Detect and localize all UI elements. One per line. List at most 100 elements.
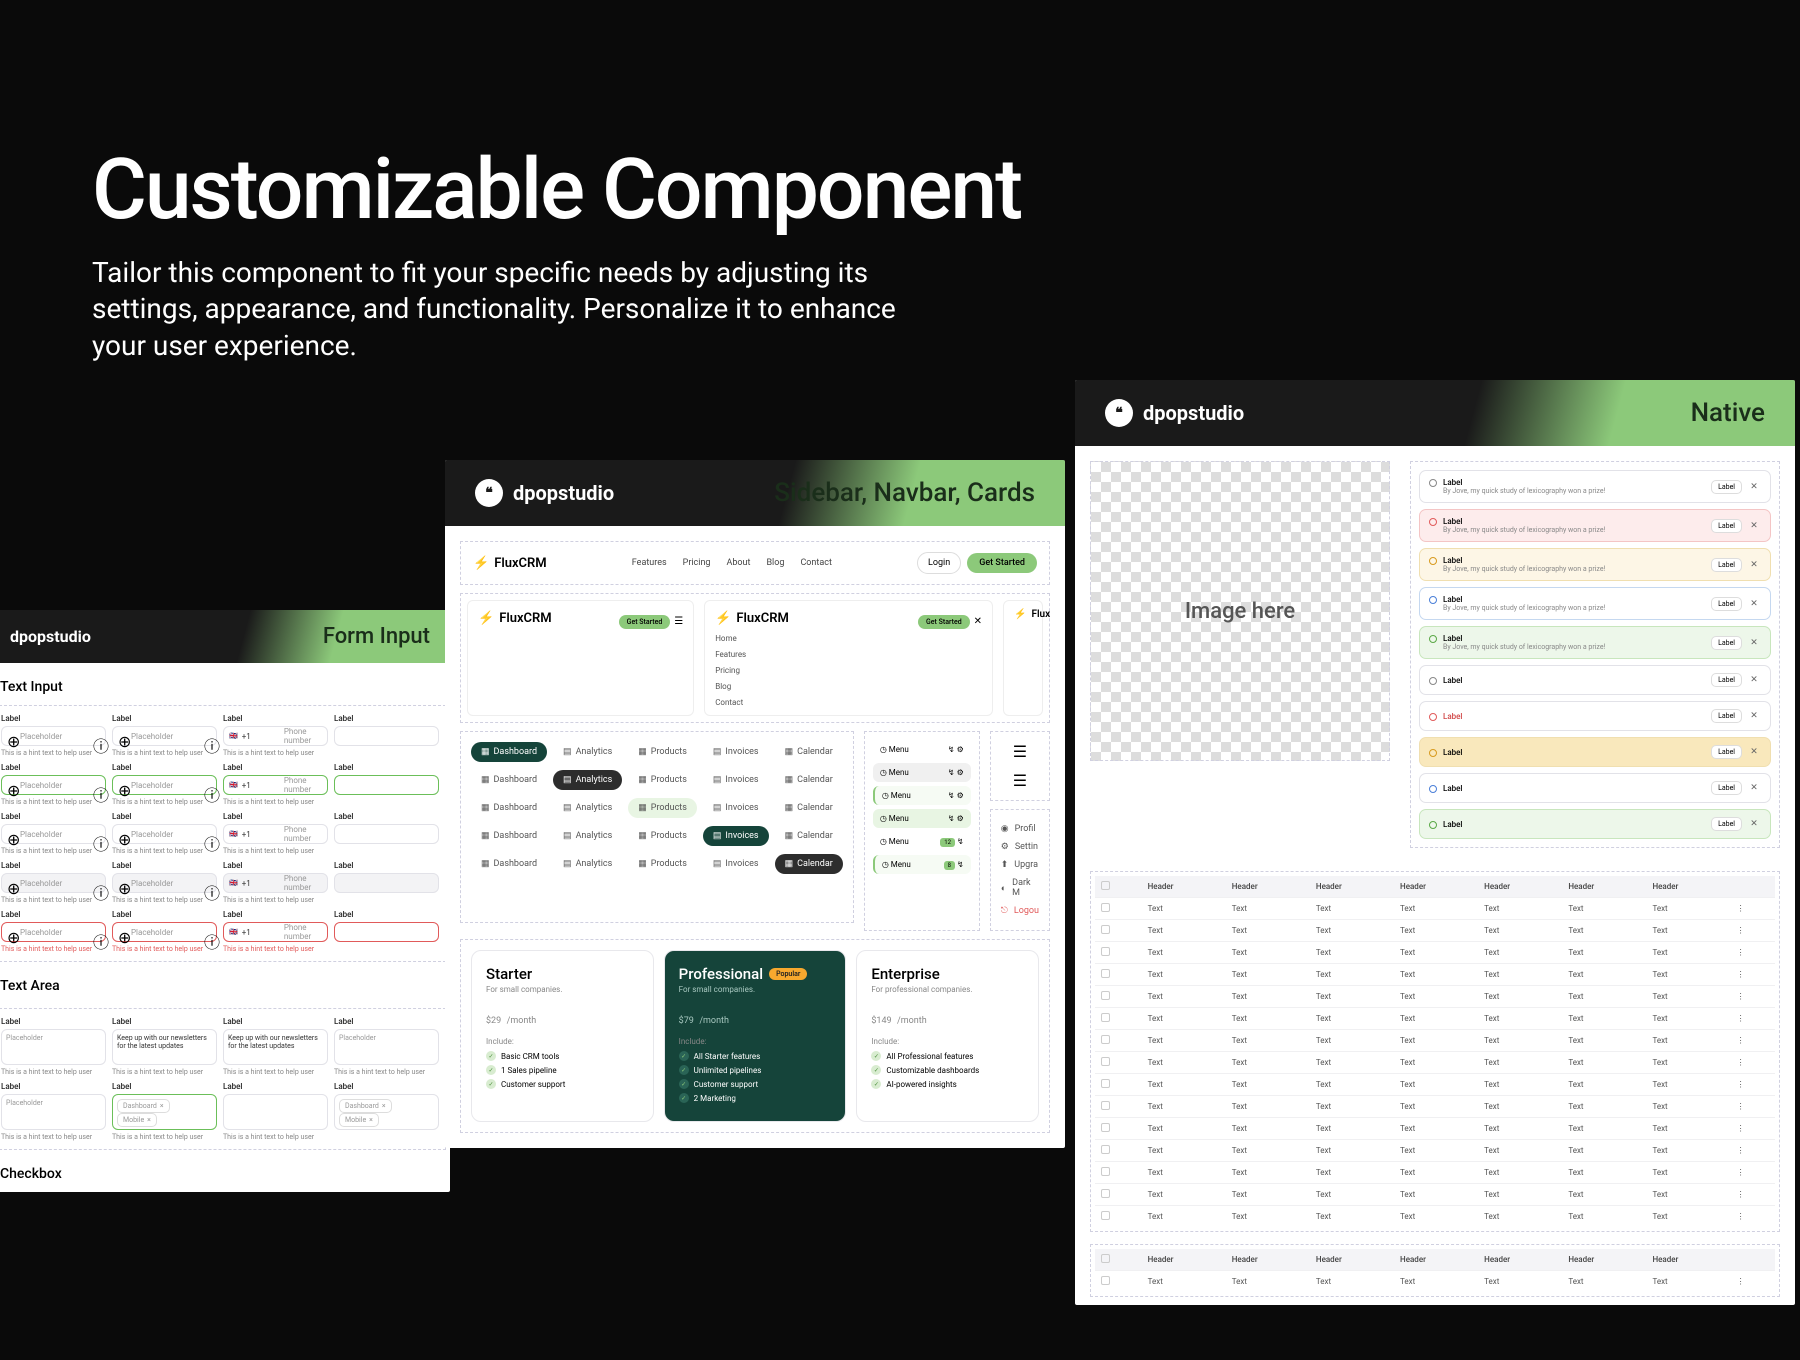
checkbox[interactable] bbox=[1101, 1013, 1110, 1022]
tab[interactable]: ▦ Calendar bbox=[775, 826, 843, 846]
menu-item[interactable]: ⚙Settin bbox=[1001, 838, 1039, 856]
tab[interactable]: ▤ Invoices bbox=[703, 742, 769, 762]
tab[interactable]: ▦ Dashboard bbox=[471, 770, 547, 790]
menu-item[interactable]: ◐Dark M bbox=[1001, 874, 1039, 902]
close-icon[interactable]: ✕ bbox=[1747, 482, 1761, 492]
checkbox[interactable] bbox=[1101, 947, 1110, 956]
tab[interactable]: ▦ Products bbox=[628, 854, 697, 874]
checkbox[interactable] bbox=[1101, 1101, 1110, 1110]
alert-tag[interactable]: Label bbox=[1711, 781, 1742, 795]
text-input-error[interactable]: ⊕Placeholderⓘ bbox=[1, 922, 106, 942]
close-icon[interactable]: ✕ bbox=[1747, 599, 1761, 609]
nav-link[interactable]: Blog bbox=[766, 558, 784, 568]
text-input[interactable]: ⊕Placeholderⓘ bbox=[1, 726, 106, 746]
tab[interactable]: ▦ Calendar bbox=[775, 742, 843, 762]
checkbox[interactable] bbox=[1101, 1035, 1110, 1044]
textarea[interactable]: Keep up with our newsletters for the lat… bbox=[223, 1029, 328, 1065]
alert-tag[interactable]: Label bbox=[1711, 636, 1742, 650]
nav-brand[interactable]: ⚡FluxCRM bbox=[478, 611, 552, 626]
text-input[interactable]: ⊕Placeholderⓘ bbox=[1, 824, 106, 844]
table-row[interactable]: TextTextTextTextTextTextText⋮ bbox=[1095, 1271, 1775, 1293]
table-row[interactable]: TextTextTextTextTextTextText⋮ bbox=[1095, 1096, 1775, 1118]
menu-item[interactable]: ⬆Upgra bbox=[1001, 856, 1039, 874]
tab[interactable]: ▦ Dashboard bbox=[471, 826, 547, 846]
phone-input[interactable]: 🇬🇧+1Phone number bbox=[223, 824, 328, 844]
close-icon[interactable]: ✕ bbox=[1747, 819, 1761, 829]
menu-item-logout[interactable]: ⎋Logou bbox=[1001, 902, 1039, 920]
tag[interactable]: Dashboard × bbox=[339, 1099, 392, 1113]
alert-tag[interactable]: Label bbox=[1711, 709, 1742, 723]
checkbox[interactable] bbox=[1101, 925, 1110, 934]
nav-link[interactable]: About bbox=[726, 558, 750, 568]
close-icon[interactable]: ✕ bbox=[1747, 638, 1761, 648]
textarea[interactable]: Keep up with our newsletters for the lat… bbox=[112, 1029, 217, 1065]
checkbox[interactable] bbox=[1101, 1079, 1110, 1088]
table-row[interactable]: TextTextTextTextTextTextText⋮ bbox=[1095, 1052, 1775, 1074]
table-row[interactable]: TextTextTextTextTextTextText⋮ bbox=[1095, 1118, 1775, 1140]
table-row[interactable]: TextTextTextTextTextTextText⋮ bbox=[1095, 964, 1775, 986]
text-input-error[interactable] bbox=[334, 922, 439, 942]
phone-input-error[interactable]: 🇬🇧+1Phone number bbox=[223, 922, 328, 942]
menu-item[interactable]: ◷ Menu↯ ⚙ bbox=[873, 809, 971, 828]
close-icon[interactable]: ✕ bbox=[1747, 521, 1761, 531]
text-input[interactable]: ⊕Placeholderⓘ bbox=[112, 775, 217, 795]
checkbox[interactable] bbox=[1101, 1211, 1110, 1220]
get-started-button[interactable]: Get Started bbox=[967, 553, 1037, 573]
tab[interactable]: ▤ Invoices bbox=[703, 770, 769, 790]
text-input[interactable] bbox=[334, 726, 439, 746]
textarea[interactable]: Dashboard ×Mobile × bbox=[334, 1094, 439, 1130]
text-input[interactable] bbox=[334, 824, 439, 844]
tab[interactable]: ▦ Calendar bbox=[775, 798, 843, 818]
tab[interactable]: ▤ Analytics bbox=[553, 826, 622, 846]
text-input[interactable] bbox=[334, 775, 439, 795]
close-icon[interactable]: ✕ bbox=[1747, 783, 1761, 793]
tab[interactable]: ▤ Analytics bbox=[553, 770, 622, 790]
table-row[interactable]: TextTextTextTextTextTextText⋮ bbox=[1095, 1074, 1775, 1096]
checkbox[interactable] bbox=[1101, 1123, 1110, 1132]
tab[interactable]: ▦ Dashboard bbox=[471, 854, 547, 874]
text-input[interactable]: ⊕Placeholderⓘ bbox=[112, 726, 217, 746]
tab[interactable]: ▤ Analytics bbox=[553, 742, 622, 762]
get-started-button[interactable]: Get Started bbox=[619, 615, 671, 629]
tab[interactable]: ▤ Invoices bbox=[703, 798, 769, 818]
tab[interactable]: ▤ Invoices bbox=[703, 854, 769, 874]
menu-item[interactable]: ◷ Menu↯ ⚙ bbox=[873, 763, 971, 782]
textarea[interactable]: Placeholder bbox=[1, 1029, 106, 1065]
menu-item[interactable]: ◷ Menu12 ↯ bbox=[873, 832, 971, 851]
nav-brand[interactable]: ⚡FluxCRM bbox=[715, 611, 789, 626]
nav-link[interactable]: Pricing bbox=[715, 666, 982, 675]
tag[interactable]: Mobile × bbox=[117, 1113, 157, 1127]
nav-link[interactable]: Contact bbox=[800, 558, 831, 568]
checkbox[interactable] bbox=[1101, 1057, 1110, 1066]
alert-tag[interactable]: Label bbox=[1711, 480, 1742, 494]
tab[interactable]: ▦ Dashboard bbox=[471, 798, 547, 818]
nav-link[interactable]: Home bbox=[715, 634, 982, 643]
nav-link[interactable]: Features bbox=[632, 558, 667, 568]
table-row[interactable]: TextTextTextTextTextTextText⋮ bbox=[1095, 986, 1775, 1008]
alert-tag[interactable]: Label bbox=[1711, 673, 1742, 687]
tab[interactable]: ▦ Dashboard bbox=[471, 742, 547, 762]
text-input[interactable]: ⊕Placeholderⓘ bbox=[112, 824, 217, 844]
nav-brand[interactable]: ⚡FluxCRM bbox=[473, 556, 547, 571]
table-row[interactable]: TextTextTextTextTextTextText⋮ bbox=[1095, 898, 1775, 920]
textarea[interactable] bbox=[223, 1094, 328, 1130]
menu-item[interactable]: ◷ Menu8 ↯ bbox=[873, 855, 971, 874]
tab[interactable]: ▤ Analytics bbox=[553, 798, 622, 818]
menu-icon[interactable]: ☰ bbox=[1013, 771, 1027, 790]
get-started-button[interactable]: Get Started bbox=[918, 615, 970, 629]
table-row[interactable]: TextTextTextTextTextTextText⋮ bbox=[1095, 1008, 1775, 1030]
tab[interactable]: ▦ Products bbox=[628, 770, 697, 790]
text-input[interactable]: ⊕Placeholderⓘ bbox=[1, 775, 106, 795]
phone-input[interactable]: 🇬🇧+1Phone number bbox=[223, 726, 328, 746]
table-row[interactable]: TextTextTextTextTextTextText⋮ bbox=[1095, 1030, 1775, 1052]
login-button[interactable]: Login bbox=[917, 552, 961, 574]
menu-icon[interactable]: ☰ bbox=[674, 616, 683, 627]
table-row[interactable]: TextTextTextTextTextTextText⋮ bbox=[1095, 1140, 1775, 1162]
close-icon[interactable]: ✕ bbox=[1747, 560, 1761, 570]
tab[interactable]: ▦ Calendar bbox=[775, 854, 843, 874]
tag[interactable]: Dashboard × bbox=[117, 1099, 170, 1113]
nav-link[interactable]: Contact bbox=[715, 698, 982, 707]
alert-tag[interactable]: Label bbox=[1711, 519, 1742, 533]
menu-item[interactable]: ◷ Menu↯ ⚙ bbox=[873, 740, 971, 759]
close-icon[interactable]: ✕ bbox=[1747, 747, 1761, 757]
